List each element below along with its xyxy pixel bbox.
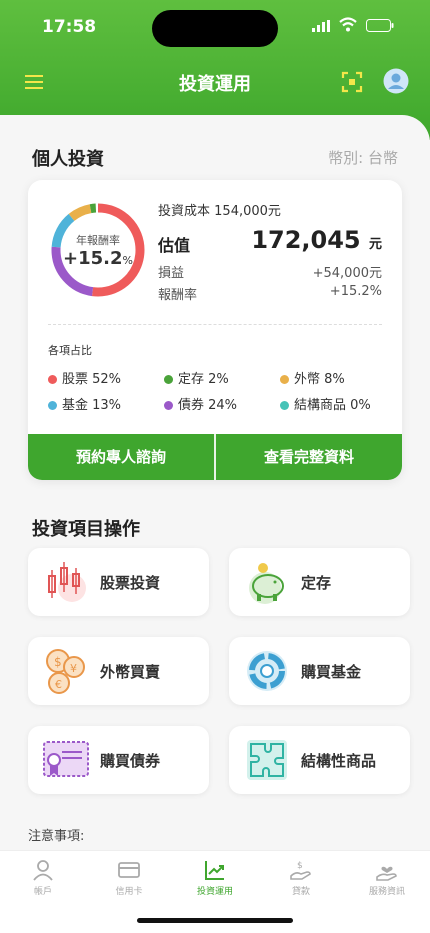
legend-stock: 股票 52% [48,368,121,387]
tab-service-label: 服務資訊 [368,887,405,897]
op-structured-label: 結構性商品 [301,752,377,770]
tab-account-label: 帳戶 [33,887,52,897]
dashed-divider [48,324,382,325]
legend-fund-label: 基金 13% [62,398,122,413]
credit-card-icon [118,862,140,878]
status-bar: 17:58 [0,0,430,56]
tab-investment-label: 投資運用 [196,887,233,897]
tab-loan[interactable]: $ 貸款 [258,851,344,901]
legend-structured: 結構商品 0% [280,394,371,413]
puzzle-icon [247,740,287,780]
annual-return-number: +15.2 [63,248,123,269]
battery-icon [366,19,394,32]
legend-fund: 基金 13% [48,394,121,413]
tab-loan-label: 貸款 [291,887,310,897]
bond-dot [164,401,173,410]
valuation-amount: 172,045 元 [251,226,382,254]
legend-bond: 債券 24% [164,394,237,413]
op-fund-button[interactable]: 購買基金 [229,637,410,705]
wifi-icon [339,17,357,32]
op-stock-button[interactable]: 股票投資 [28,548,209,616]
op-bond-button[interactable]: 購買債券 [28,726,209,794]
section-title-operations: 投資項目操作 [32,519,140,540]
op-deposit-label: 定存 [301,574,332,592]
main-content: 個人投資 幣別: 台幣 年報酬率 +15.2% 投資成本 154,000元 估值… [0,115,430,850]
candlestick-icon [48,562,86,602]
legend-stock-label: 股票 52% [62,372,122,387]
legend-bond-label: 債券 24% [178,398,238,413]
certificate-icon [43,741,89,777]
investment-cost: 投資成本 154,000元 [158,200,281,219]
home-indicator [137,918,293,923]
deposit-dot [164,375,173,384]
user-icon [33,860,53,881]
valuation-label: 估值 [158,236,191,255]
tab-investment[interactable]: 投資運用 [172,851,258,901]
tab-credit-card-label: 信用卡 [115,887,143,897]
legend-forex: 外幣 8% [280,368,345,387]
investment-summary-card: 年報酬率 +15.2% 投資成本 154,000元 估值 172,045 元 損… [28,180,402,480]
forex-dot [280,375,289,384]
svg-text:¥: ¥ [70,662,77,675]
currency-coins-icon: $ ¥ € [46,649,85,694]
op-fund-label: 購買基金 [301,663,362,681]
page-title: 投資運用 [179,74,251,95]
legend-deposit-label: 定存 2% [178,372,229,387]
op-deposit-button[interactable]: 定存 [229,548,410,616]
valuation-unit: 元 [368,237,382,252]
structured-dot [280,401,289,410]
tab-account[interactable]: 帳戶 [0,851,86,901]
avatar-icon[interactable] [383,68,409,94]
scan-icon[interactable] [340,70,364,94]
tab-credit-card[interactable]: 信用卡 [86,851,172,901]
cost-label: 投資成本 [158,204,211,219]
pnl-value: +54,000元 [312,266,382,281]
view-details-button[interactable]: 查看完整資料 [216,434,402,480]
section-title-personal: 個人投資 [32,149,104,170]
svg-text:$: $ [54,655,62,669]
dynamic-island [152,10,278,47]
signal-icon [312,20,330,32]
op-stock-label: 股票投資 [100,574,161,592]
piggy-bank-icon [249,563,284,604]
pnl-label: 損益 [158,266,185,281]
cost-value: 154,000元 [214,204,281,219]
currency-label: 幣別: 台幣 [328,149,398,167]
op-forex-button[interactable]: $ ¥ € 外幣買賣 [28,637,209,705]
rate-label: 報酬率 [158,288,198,303]
annual-return-unit: % [122,254,133,267]
allocation-title: 各項占比 [48,344,92,357]
legend-deposit: 定存 2% [164,368,229,387]
op-bond-label: 購買債券 [100,752,161,770]
annual-return-label: 年報酬率 [76,234,120,247]
annual-return-value: +15.2% [48,248,148,269]
status-time: 17:58 [42,17,97,37]
tab-service[interactable]: 服務資訊 [344,851,430,901]
pie-chart-icon [247,651,287,691]
op-structured-button[interactable]: 結構性商品 [229,726,410,794]
legend-forex-label: 外幣 8% [294,372,345,387]
service-icon [376,866,397,881]
rate-value: +15.2% [329,284,382,299]
svg-text:$: $ [297,861,303,871]
chart-icon [205,861,224,880]
consult-button[interactable]: 預約專人諮詢 [28,434,214,480]
fund-dot [48,401,57,410]
card-button-bar: 預約專人諮詢 查看完整資料 [28,434,402,480]
svg-text:€: € [55,678,62,691]
notes-title: 注意事項: [28,829,85,844]
legend-structured-label: 結構商品 0% [294,398,371,413]
top-nav: 投資運用 [0,60,430,104]
op-forex-label: 外幣買賣 [100,663,161,681]
loan-icon: $ [290,861,311,880]
valuation-value: 172,045 [251,226,361,254]
stock-dot [48,375,57,384]
